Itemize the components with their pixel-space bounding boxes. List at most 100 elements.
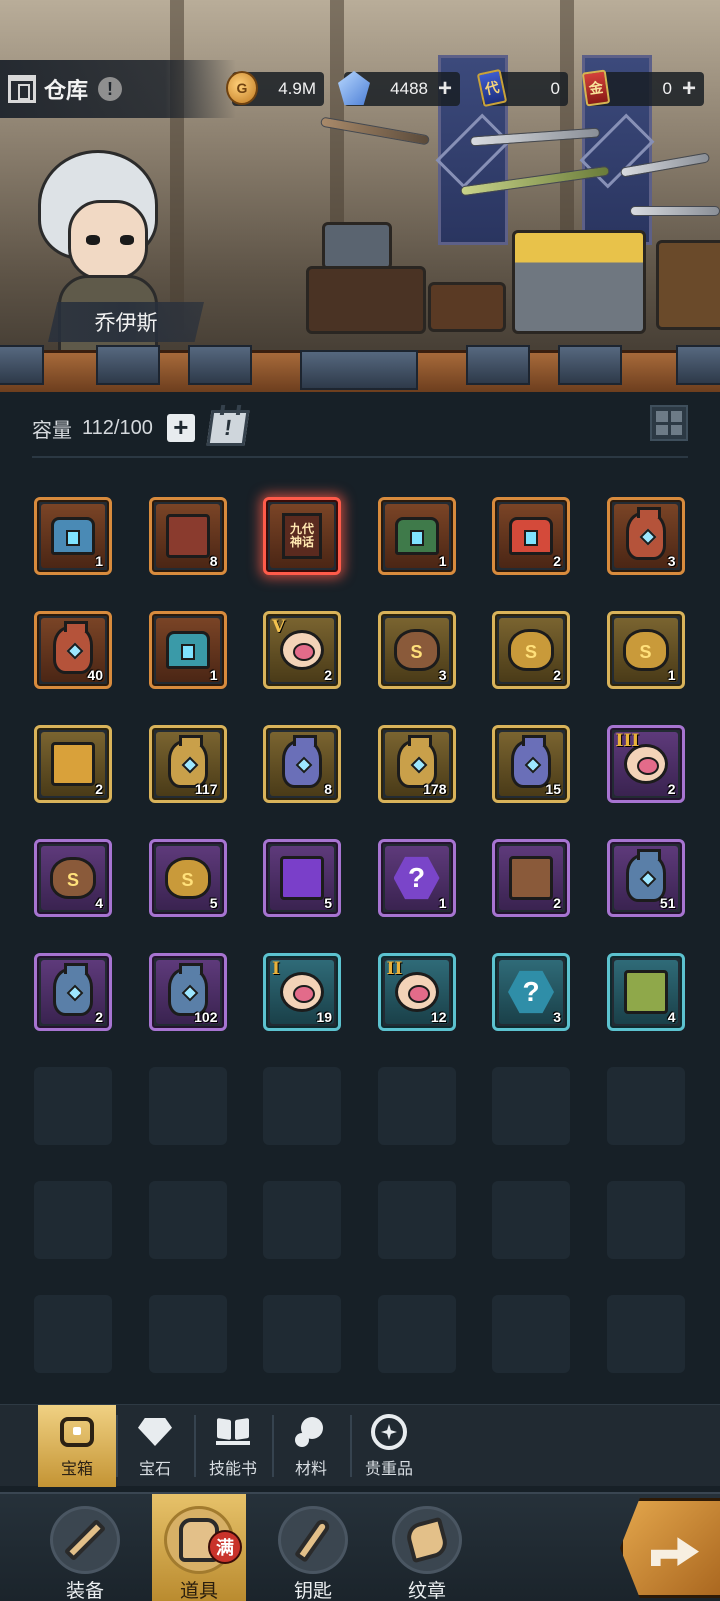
- add-gem-button[interactable]: +: [438, 77, 452, 101]
- calendar-alert-icon[interactable]: !: [206, 410, 250, 446]
- tab-chests[interactable]: 宝箱: [38, 1405, 116, 1487]
- jar-icon: [53, 963, 93, 1016]
- item-count: 4: [95, 895, 103, 911]
- crate-icon: [509, 856, 553, 900]
- empty-slot: [606, 1067, 685, 1145]
- add-ticket-button[interactable]: +: [682, 77, 696, 101]
- inventory-slot[interactable]: I 19: [263, 953, 341, 1031]
- tab-label: 宝箱: [60, 1461, 93, 1478]
- bottom-nav: 装备 道具 钥匙 纹章: [0, 1492, 720, 1601]
- empty-slot: [148, 1181, 227, 1259]
- inventory-slot[interactable]: ? 1: [377, 839, 456, 917]
- tab-materials[interactable]: 材料: [272, 1405, 350, 1487]
- empty-slot: [492, 1067, 570, 1145]
- red-ticket-counter: 金 0 +: [581, 69, 704, 107]
- inventory-slot[interactable]: 40: [34, 611, 112, 689]
- page-title: 仓库: [44, 78, 89, 103]
- inventory-slot[interactable]: III 2: [606, 725, 685, 803]
- coin-bag-icon: [164, 857, 211, 899]
- inventory-slot[interactable]: 2: [34, 953, 112, 1031]
- item-count: 3: [667, 553, 676, 569]
- category-tabs: 宝箱 宝石 技能书 材料 贵重品: [0, 1404, 720, 1487]
- item-count: 2: [553, 667, 561, 683]
- inventory-slot[interactable]: 2: [492, 497, 570, 575]
- jar-icon: [625, 507, 666, 560]
- inventory-slot[interactable]: 九代神话: [263, 497, 341, 575]
- gem-icon: [338, 71, 370, 105]
- tab-gems[interactable]: 宝石: [116, 1405, 194, 1487]
- inventory-slot[interactable]: 2: [492, 611, 570, 689]
- item-count: 4: [667, 1009, 676, 1025]
- chest-icon: [60, 1417, 94, 1447]
- gem-counter: 4488 +: [338, 71, 460, 106]
- inventory-slot[interactable]: 2: [34, 725, 112, 803]
- inventory-slot[interactable]: 5: [148, 839, 227, 917]
- inventory-slot[interactable]: 3: [377, 611, 456, 689]
- inventory-slot[interactable]: 178: [377, 725, 456, 803]
- hero-name-plate: 乔伊斯: [48, 302, 204, 342]
- inventory-slot[interactable]: 2: [492, 839, 570, 917]
- coin-icon: G: [226, 71, 258, 105]
- shelf-bracket: [676, 345, 720, 385]
- tier-tag: II: [386, 959, 403, 979]
- nav-label: 钥匙: [293, 1581, 332, 1601]
- item-count: 2: [95, 1009, 103, 1025]
- empty-slot: [34, 1181, 112, 1259]
- tab-label: 材料: [294, 1461, 327, 1478]
- inventory-slot[interactable]: 1: [34, 497, 112, 575]
- nav-emblems[interactable]: 纹章: [380, 1494, 474, 1601]
- emblem-icon: [403, 1516, 451, 1564]
- item-count: 12: [430, 1009, 447, 1025]
- inventory-slot[interactable]: 8: [263, 725, 341, 803]
- shelf-bracket: [466, 345, 530, 385]
- key-icon: [294, 1517, 332, 1563]
- inventory-slot[interactable]: II 12: [377, 953, 456, 1031]
- inventory-slot[interactable]: 117: [148, 725, 227, 803]
- chest-icon: [509, 517, 553, 555]
- shelf-bracket: [188, 345, 252, 385]
- empty-slot: [606, 1181, 685, 1259]
- inventory-slot[interactable]: V2: [263, 611, 341, 689]
- nav-equipment[interactable]: 装备: [38, 1494, 132, 1601]
- inventory-slot[interactable]: 51: [606, 839, 685, 917]
- nav-keys[interactable]: 钥匙: [266, 1494, 360, 1601]
- inventory-slot[interactable]: 3: [606, 497, 685, 575]
- small-chest: [322, 222, 392, 270]
- valuables-icon: [371, 1414, 407, 1450]
- inventory-slot[interactable]: ? 3: [492, 953, 570, 1031]
- shelf-bracket: [96, 345, 160, 385]
- inventory-slot[interactable]: 15: [492, 725, 570, 803]
- gem-value: 4488: [390, 79, 428, 98]
- crate-stack: [656, 240, 720, 330]
- item-count: 3: [553, 1009, 561, 1025]
- inventory-slot[interactable]: 5: [263, 839, 341, 917]
- jar-icon: [282, 735, 322, 788]
- grid-view-toggle[interactable]: [650, 405, 688, 441]
- inventory-slot[interactable]: 1: [377, 497, 456, 575]
- share-arrow-icon: [651, 1537, 699, 1566]
- item-count: 1: [438, 553, 447, 569]
- mystery-box-icon: ?: [393, 856, 440, 900]
- inventory-slot[interactable]: 4: [34, 839, 112, 917]
- inventory-slot[interactable]: 8: [148, 497, 227, 575]
- nav-label: 纹章: [407, 1581, 446, 1601]
- tier-tag: I: [272, 959, 280, 979]
- chest-icon: [394, 517, 439, 555]
- warehouse-title: 仓库 !: [0, 60, 236, 118]
- info-icon[interactable]: !: [98, 77, 123, 101]
- tier-tag: III: [615, 731, 640, 751]
- item-count: 5: [209, 895, 218, 911]
- share-button[interactable]: [620, 1498, 720, 1598]
- inventory-slot[interactable]: 4: [606, 953, 685, 1031]
- paw-pouch-icon: [280, 630, 324, 670]
- inventory-slot[interactable]: 1: [148, 611, 227, 689]
- inventory-slot[interactable]: 1: [606, 611, 685, 689]
- expand-capacity-button[interactable]: +: [166, 414, 195, 442]
- tab-valuables[interactable]: 贵重品: [350, 1405, 428, 1487]
- top-bar: 仓库 ! G 4.9M 4488 + 代 0 金 0 +: [0, 60, 720, 118]
- inventory-slot[interactable]: 102: [148, 953, 227, 1031]
- capacity-label: 容量: [32, 419, 72, 442]
- empty-slot: [148, 1067, 227, 1145]
- item-count: 51: [659, 895, 676, 911]
- tab-skill-books[interactable]: 技能书: [194, 1405, 272, 1487]
